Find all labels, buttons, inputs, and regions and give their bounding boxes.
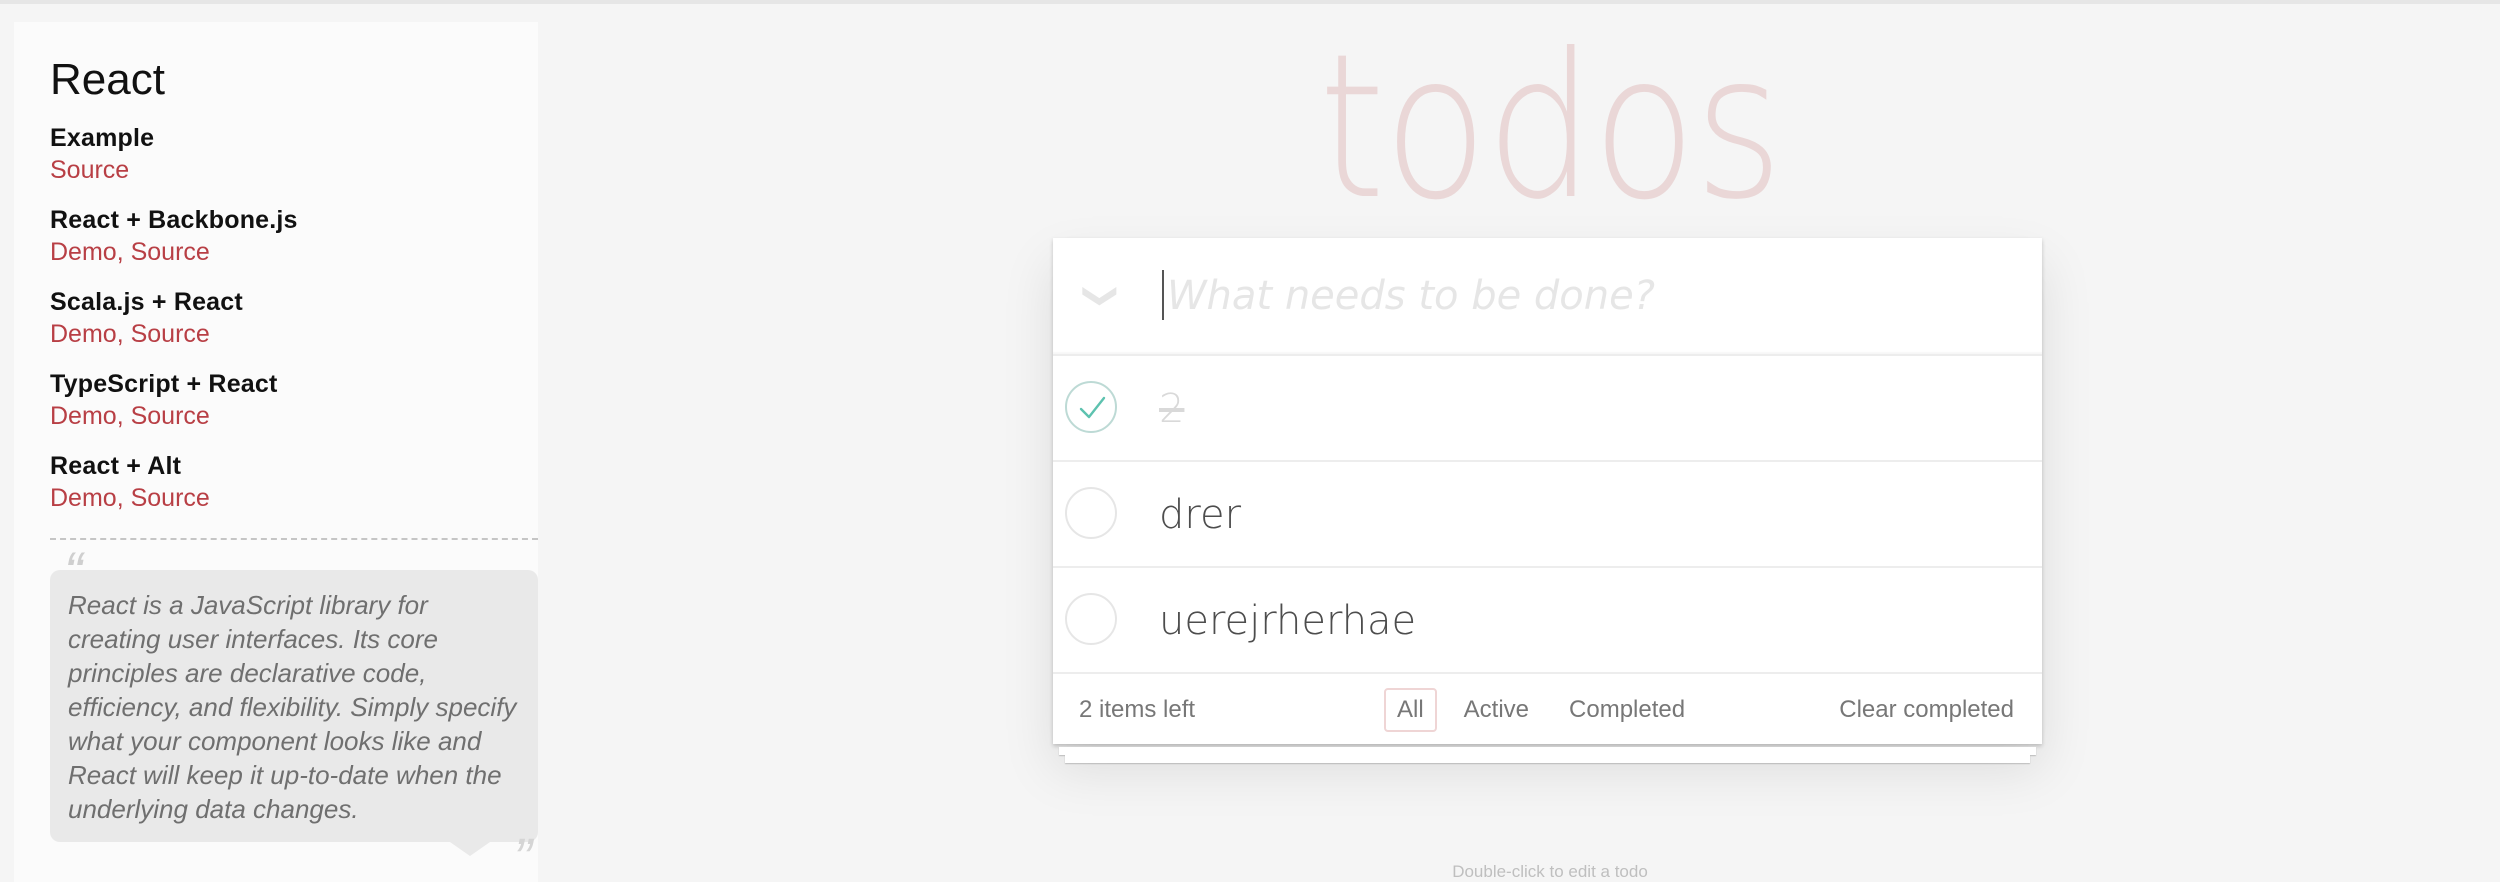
checkbox-icon[interactable] [1065, 593, 1117, 645]
todo-label: drer [1159, 492, 1242, 538]
toggle-all-glyph: ❯ [1082, 281, 1120, 311]
filter-completed[interactable]: Completed [1556, 688, 1698, 732]
example-links: Demo, Source [50, 400, 520, 432]
link-separator: , [116, 320, 131, 348]
source-link[interactable]: Source [131, 484, 210, 512]
chevron-down-icon[interactable]: ❯ [1081, 278, 1121, 314]
example-item: TypeScript + React Demo, Source [50, 368, 520, 432]
filter-active[interactable]: Active [1451, 688, 1542, 732]
source-link[interactable]: Source [131, 238, 210, 266]
todo-item[interactable]: 2 [1053, 356, 2042, 462]
example-links: Demo, Source [50, 236, 520, 268]
info-text: Double-click to edit a todo [1452, 862, 1648, 881]
example-name: React + Backbone.js [50, 206, 298, 234]
quote-block: “ React is a JavaScript library for crea… [50, 544, 538, 882]
example-item: Scala.js + React Demo, Source [50, 286, 520, 350]
example-name: TypeScript + React [50, 370, 278, 398]
example-item: React + Backbone.js Demo, Source [50, 204, 520, 268]
demo-link[interactable]: Demo [50, 402, 117, 430]
filter-all[interactable]: All [1384, 688, 1437, 732]
todo-item[interactable]: uerejrherhae [1053, 568, 2042, 674]
example-item: React + Alt Demo, Source [50, 450, 520, 514]
new-todo-row: ❯ [1053, 238, 2042, 356]
items-left-count: 2 items left [1079, 696, 1196, 723]
checkmark-glyph [1079, 396, 1106, 419]
source-link[interactable]: Source [50, 156, 129, 184]
todo-item[interactable]: drer [1053, 462, 2042, 568]
example-name: Example [50, 124, 155, 152]
app-title: todos [1318, 11, 1783, 244]
todo-app: ❯ 2 drer uerejrherhae 2 items left All A… [1053, 238, 2042, 744]
example-item: Example Source [50, 122, 520, 186]
todo-label: 2 [1159, 386, 1185, 432]
sidebar-divider [50, 538, 538, 540]
top-border [0, 0, 2500, 4]
example-links: Demo, Source [50, 318, 520, 350]
new-todo-input[interactable] [1159, 268, 2027, 324]
example-name: React + Alt [50, 452, 182, 480]
todo-label: uerejrherhae [1159, 598, 1417, 644]
demo-link[interactable]: Demo [50, 238, 117, 266]
checkbox-icon[interactable] [1065, 487, 1117, 539]
demo-link[interactable]: Demo [50, 320, 117, 348]
example-list: Example Source React + Backbone.js Demo,… [50, 122, 520, 514]
link-separator: , [116, 402, 131, 430]
quote-notch [450, 842, 490, 856]
text-cursor [1162, 270, 1164, 320]
source-link[interactable]: Source [131, 320, 210, 348]
close-quote-mark: ” [513, 826, 532, 882]
checkmark-icon[interactable] [1065, 381, 1117, 433]
todo-footer: 2 items left All Active Completed Clear … [1053, 674, 2042, 744]
demo-link[interactable]: Demo [50, 484, 117, 512]
source-link[interactable]: Source [131, 402, 210, 430]
sidebar-title: React [50, 55, 165, 104]
stack-shadow [1065, 755, 2030, 763]
link-separator: , [116, 484, 131, 512]
stack-shadow [1059, 747, 2036, 755]
example-name: Scala.js + React [50, 288, 243, 316]
sidebar: React Example Source React + Backbone.js… [14, 22, 538, 882]
example-links: Source [50, 154, 520, 186]
filter-tabs: All Active Completed [1384, 688, 1698, 732]
example-links: Demo, Source [50, 482, 520, 514]
open-quote-mark: “ [64, 540, 83, 603]
link-separator: , [116, 238, 131, 266]
quote-text: React is a JavaScript library for creati… [50, 570, 538, 842]
clear-completed-button[interactable]: Clear completed [1839, 696, 2014, 724]
